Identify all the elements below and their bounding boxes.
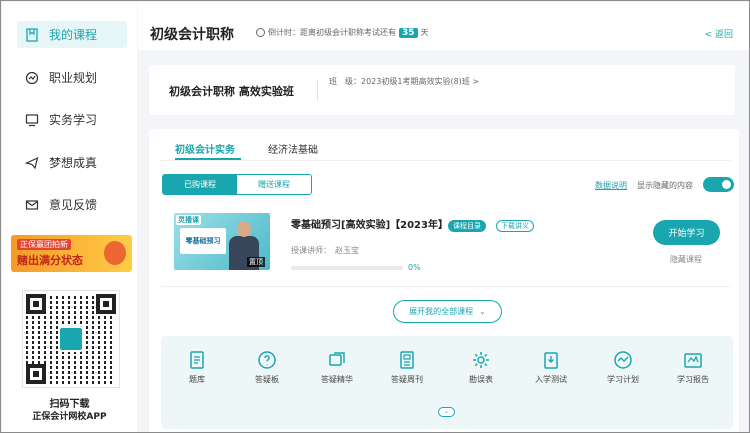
- thumb-board-text: 零基础预习: [185, 237, 221, 245]
- promo-line-2: 赌出满分状态: [17, 254, 83, 267]
- tool-label: 入学测试: [535, 375, 567, 384]
- promo-decoration-icon: [104, 241, 126, 265]
- countdown-suffix: 天: [420, 28, 429, 37]
- sidebar-item-my-courses[interactable]: 我的课程: [17, 21, 127, 48]
- course-panel: 初级会计实务 经济法基础 已购课程 赠送课程 数据说明 显示隐藏的内容 灵播课 …: [149, 129, 739, 432]
- tool-qa-highlights[interactable]: 答疑精华: [307, 350, 367, 385]
- sidebar-item-career-plan[interactable]: 职业规划: [17, 64, 127, 91]
- download-notes-button[interactable]: 下载讲义: [496, 220, 534, 232]
- app-logo-icon: [58, 326, 84, 352]
- pin-badge[interactable]: 置顶: [247, 257, 265, 267]
- qr-app-name: 正保会计网校APP: [32, 412, 107, 422]
- tool-qa-board[interactable]: 答疑板: [237, 350, 297, 385]
- sidebar-item-dream[interactable]: 梦想成真: [17, 149, 127, 176]
- data-explain-link[interactable]: 数据说明: [595, 180, 627, 191]
- show-hidden-toggle[interactable]: [703, 177, 734, 192]
- class-panel: 初级会计职称 高效实验班 班 级：2023初级1考期高效实验(8)班 >: [149, 65, 735, 115]
- course-progress-bar: [291, 266, 403, 270]
- show-hidden-label: 显示隐藏的内容: [637, 181, 693, 190]
- tool-label: 答疑板: [255, 375, 279, 384]
- course-thumbnail[interactable]: 灵播课 零基础预习 置顶: [174, 213, 270, 270]
- promo-line-1: 正保赢团拍新: [17, 239, 71, 250]
- study-plan-icon: [614, 351, 632, 369]
- course-catalog-button[interactable]: 课程目录: [448, 220, 486, 232]
- sidebar: 我的课程 职业规划 实务学习 梦想成真 意见反馈 正保赢团拍新 赌出满分状态 扫…: [2, 2, 137, 432]
- compass-icon: [25, 71, 39, 85]
- sidebar-item-label: 我的课程: [49, 28, 98, 42]
- sidebar-item-label: 意见反馈: [49, 198, 98, 212]
- active-tab-indicator: [175, 158, 241, 160]
- course-title[interactable]: 零基础预习[高效实验]【2023年】: [291, 216, 448, 231]
- bookmark-icon: [25, 27, 39, 42]
- class-selector[interactable]: 班 级：2023初级1考期高效实验(8)班 >: [329, 76, 479, 87]
- sidebar-item-label: 梦想成真: [49, 156, 98, 170]
- tab-economic-law[interactable]: 经济法基础: [268, 141, 318, 156]
- promo-banner[interactable]: 正保赢团拍新 赌出满分状态: [11, 235, 132, 272]
- tool-study-plan[interactable]: 学习计划: [593, 350, 653, 385]
- tools-panel: 题库 答疑板 答疑精华 答疑周刊 勘误表 入学测试 学习计划 学习报告 ⌄: [161, 336, 733, 429]
- gifted-courses-button[interactable]: 赠送课程: [237, 175, 311, 194]
- page-title: 初级会计职称: [150, 27, 234, 43]
- class-title: 初级会计职称 高效实验班: [169, 85, 294, 98]
- sidebar-item-label: 实务学习: [49, 113, 98, 127]
- question-bank-icon: [190, 351, 204, 369]
- sidebar-item-label: 职业规划: [49, 71, 98, 85]
- tool-entrance-test[interactable]: 入学测试: [521, 350, 581, 385]
- app-qr-code: [22, 290, 120, 388]
- lecturer-name: 授课讲师： 赵玉宝: [291, 246, 359, 255]
- tool-label: 答疑精华: [321, 375, 353, 384]
- tool-qa-weekly[interactable]: 答疑周刊: [377, 350, 437, 385]
- hide-course-button[interactable]: 隐藏课程: [670, 254, 702, 265]
- exam-countdown: 倒计时：距离初级会计职称考试还有 35 天: [256, 27, 429, 38]
- paper-plane-icon: [25, 156, 39, 170]
- tool-label: 学习计划: [607, 375, 639, 384]
- back-link[interactable]: < 返回: [705, 27, 733, 40]
- sidebar-item-practice[interactable]: 实务学习: [17, 106, 127, 133]
- mail-icon: [25, 198, 39, 212]
- countdown-prefix: 倒计时：距离初级会计职称考试还有: [268, 28, 396, 37]
- header: 初级会计职称 倒计时：距离初级会计职称考试还有 35 天 < 返回: [138, 2, 749, 50]
- tool-label: 题库: [189, 375, 205, 384]
- clock-icon: [256, 28, 265, 37]
- qa-board-icon: [258, 351, 276, 369]
- app-window: 我的课程 职业规划 实务学习 梦想成真 意见反馈 正保赢团拍新 赌出满分状态 扫…: [0, 0, 750, 433]
- divider: [317, 79, 318, 101]
- sidebar-item-feedback[interactable]: 意见反馈: [17, 191, 127, 218]
- qa-highlights-icon: [329, 352, 345, 366]
- course-type-switch: 已购课程 赠送课程: [162, 174, 312, 195]
- progress-percent: 0%: [408, 263, 421, 272]
- expand-label: 展开我的全部课程: [409, 307, 474, 316]
- purchased-courses-button[interactable]: 已购课程: [163, 175, 237, 194]
- errata-icon: [473, 352, 489, 368]
- weekly-icon: [400, 351, 414, 369]
- chevron-down-icon[interactable]: ⌄: [438, 407, 455, 417]
- tab-divider: [161, 160, 731, 161]
- divider: [161, 286, 731, 287]
- tool-label: 学习报告: [677, 375, 709, 384]
- countdown-days: 35: [399, 27, 418, 38]
- tool-question-bank[interactable]: 题库: [167, 350, 227, 385]
- chevron-down-icon: ⌄: [479, 307, 486, 316]
- entrance-test-icon: [544, 352, 558, 369]
- tab-accounting-practice[interactable]: 初级会计实务: [175, 141, 235, 156]
- study-report-icon: [684, 353, 702, 368]
- thumb-tag: 灵播课: [176, 215, 201, 225]
- tool-label: 勘误表: [469, 375, 493, 384]
- monitor-icon: [25, 113, 39, 127]
- tool-study-report[interactable]: 学习报告: [663, 350, 723, 385]
- start-learning-button[interactable]: 开始学习: [653, 220, 720, 245]
- tool-label: 答疑周刊: [391, 375, 423, 384]
- qr-caption: 扫码下载: [49, 399, 90, 410]
- expand-all-courses-button[interactable]: 展开我的全部课程 ⌄: [393, 300, 502, 323]
- tool-errata[interactable]: 勘误表: [451, 350, 511, 385]
